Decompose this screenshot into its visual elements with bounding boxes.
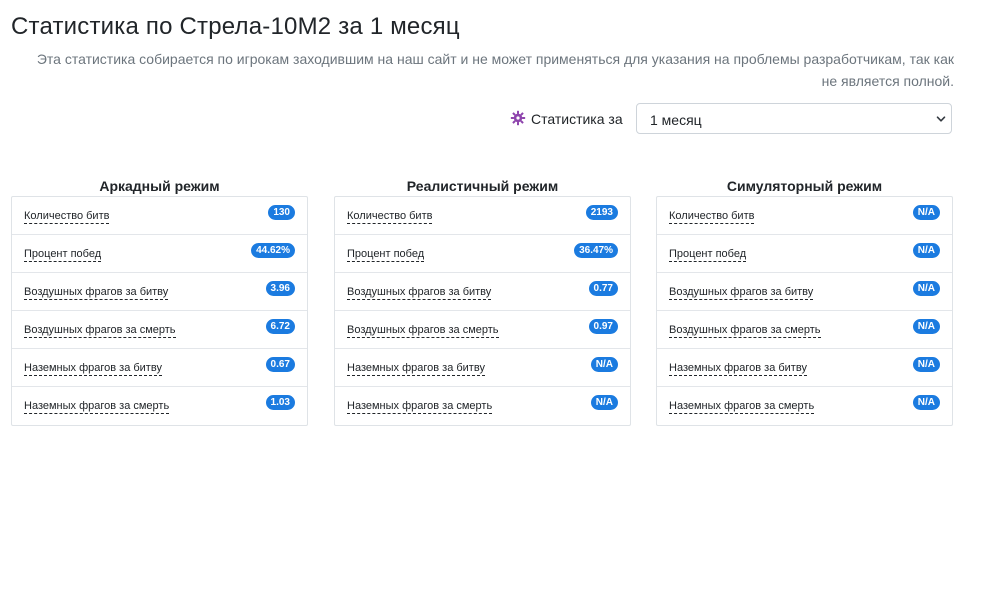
stat-row-battles: Количество битв N/A xyxy=(657,197,952,235)
stat-badge: 0.77 xyxy=(588,281,618,296)
stat-badge: N/A xyxy=(912,319,940,334)
stat-badge: 130 xyxy=(268,205,295,220)
stat-row-ground-frags-per-battle: Наземных фрагов за битву N/A xyxy=(335,349,630,387)
gear-icon xyxy=(510,110,526,126)
stat-row-battles: Количество битв 130 xyxy=(12,197,307,235)
stat-badge: N/A xyxy=(912,357,940,372)
stat-label[interactable]: Количество битв xyxy=(347,209,433,224)
stat-badge: N/A xyxy=(590,357,618,372)
stat-row-ground-frags-per-death: Наземных фрагов за смерть N/A xyxy=(657,387,952,425)
stat-badge: N/A xyxy=(590,395,618,410)
stat-row-win-rate: Процент побед 44.62% xyxy=(12,235,307,273)
stat-label[interactable]: Наземных фрагов за битву xyxy=(347,361,485,376)
stat-row-air-frags-per-death: Воздушных фрагов за смерть N/A xyxy=(657,311,952,349)
stat-row-air-frags-per-battle: Воздушных фрагов за битву N/A xyxy=(657,273,952,311)
stat-label[interactable]: Процент побед xyxy=(347,247,425,262)
stat-badge: N/A xyxy=(912,205,940,220)
stat-label[interactable]: Наземных фрагов за битву xyxy=(24,361,162,376)
stat-label[interactable]: Наземных фрагов за битву xyxy=(669,361,807,376)
stat-badge: 0.67 xyxy=(265,357,295,372)
stat-row-ground-frags-per-death: Наземных фрагов за смерть 1.03 xyxy=(12,387,307,425)
stat-badge: N/A xyxy=(912,281,940,296)
stat-label[interactable]: Наземных фрагов за смерть xyxy=(347,399,493,414)
mode-simulator: Симуляторный режим Количество битв N/A П… xyxy=(656,176,953,426)
period-select-value: 1 месяц xyxy=(650,112,702,128)
stat-row-win-rate: Процент побед N/A xyxy=(657,235,952,273)
stat-label[interactable]: Количество битв xyxy=(24,209,110,224)
stat-list: Количество битв 130 Процент побед 44.62%… xyxy=(11,196,308,426)
mode-title: Симуляторный режим xyxy=(726,178,883,194)
page-description: Эта статистика собирается по игрокам зах… xyxy=(36,51,954,89)
period-selector-row: Статистика за 1 месяц xyxy=(510,103,954,135)
stat-badge: 1.03 xyxy=(265,395,295,410)
stat-row-air-frags-per-battle: Воздушных фрагов за битву 0.77 xyxy=(335,273,630,311)
mode-title: Реалистичный режим xyxy=(406,178,559,194)
mode-realistic: Реалистичный режим Количество битв 2193 … xyxy=(334,176,631,426)
stat-label[interactable]: Наземных фрагов за смерть xyxy=(24,399,170,414)
stat-label[interactable]: Воздушных фрагов за смерть xyxy=(669,323,821,338)
period-select[interactable]: 1 месяц xyxy=(636,103,952,134)
stat-label[interactable]: Количество битв xyxy=(669,209,755,224)
stat-badge: 36.47% xyxy=(574,243,618,258)
stat-row-ground-frags-per-death: Наземных фрагов за смерть N/A xyxy=(335,387,630,425)
stat-row-air-frags-per-battle: Воздушных фрагов за битву 3.96 xyxy=(12,273,307,311)
stat-label[interactable]: Наземных фрагов за смерть xyxy=(669,399,815,414)
stat-row-ground-frags-per-battle: Наземных фрагов за битву N/A xyxy=(657,349,952,387)
stat-row-battles: Количество битв 2193 xyxy=(335,197,630,235)
stat-label[interactable]: Воздушных фрагов за битву xyxy=(669,285,814,300)
stat-badge: 0.97 xyxy=(588,319,618,334)
stat-row-air-frags-per-death: Воздушных фрагов за смерть 0.97 xyxy=(335,311,630,349)
stat-list: Количество битв N/A Процент побед N/A Во… xyxy=(656,196,953,426)
stat-label[interactable]: Воздушных фрагов за битву xyxy=(24,285,169,300)
stat-label[interactable]: Воздушных фрагов за битву xyxy=(347,285,492,300)
stat-row-win-rate: Процент побед 36.47% xyxy=(335,235,630,273)
stat-label[interactable]: Воздушных фрагов за смерть xyxy=(24,323,176,338)
stat-row-air-frags-per-death: Воздушных фрагов за смерть 6.72 xyxy=(12,311,307,349)
stat-badge: 2193 xyxy=(585,205,618,220)
stat-row-ground-frags-per-battle: Наземных фрагов за битву 0.67 xyxy=(12,349,307,387)
stat-badge: 3.96 xyxy=(265,281,295,296)
period-label: Статистика за xyxy=(531,111,623,127)
stat-list: Количество битв 2193 Процент побед 36.47… xyxy=(334,196,631,426)
stat-label[interactable]: Воздушных фрагов за смерть xyxy=(347,323,499,338)
stat-badge: N/A xyxy=(912,395,940,410)
chevron-down-icon xyxy=(936,116,946,122)
page-title: Статистика по Стрела-10М2 за 1 месяц xyxy=(11,13,460,40)
stat-badge: 6.72 xyxy=(265,319,295,334)
stat-badge: N/A xyxy=(912,243,940,258)
stat-badge: 44.62% xyxy=(251,243,295,258)
stat-label[interactable]: Процент побед xyxy=(669,247,747,262)
mode-arcade: Аркадный режим Количество битв 130 Проце… xyxy=(11,176,308,426)
stat-label[interactable]: Процент побед xyxy=(24,247,102,262)
mode-title: Аркадный режим xyxy=(99,178,220,194)
